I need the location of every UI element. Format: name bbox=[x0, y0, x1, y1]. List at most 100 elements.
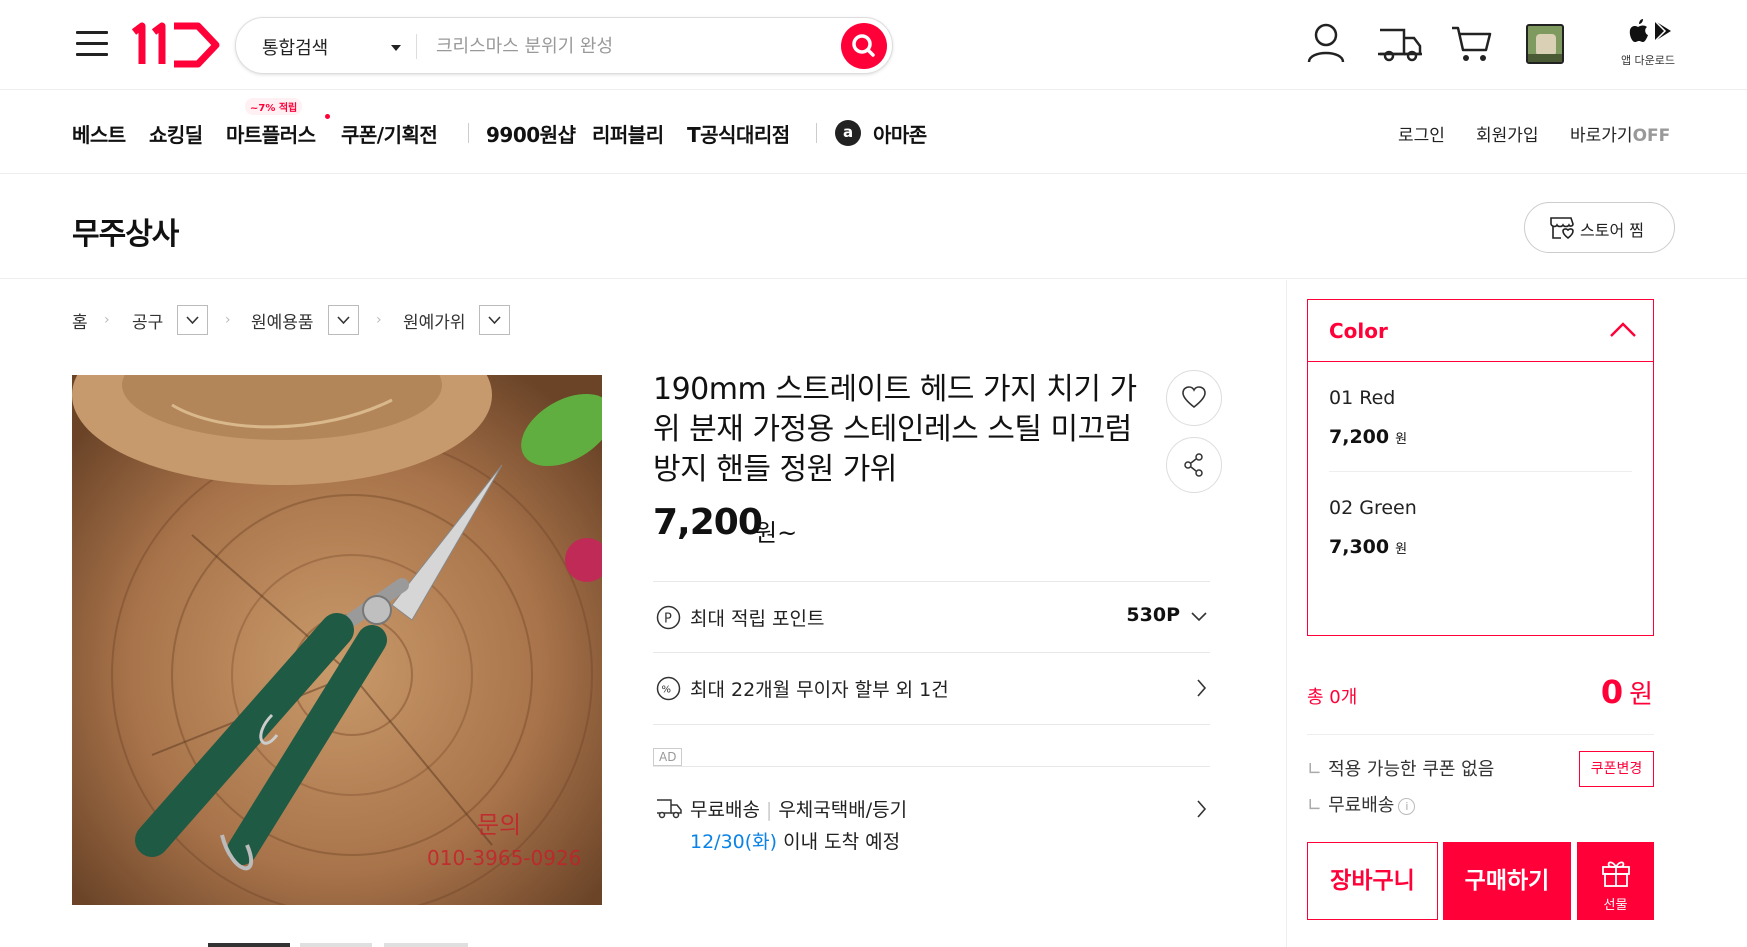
gift-label: 선물 bbox=[1603, 898, 1628, 913]
chevron-down-icon bbox=[186, 316, 199, 325]
total-price-value: 0 bbox=[1600, 673, 1624, 711]
search-input[interactable] bbox=[436, 30, 866, 62]
product-main-image[interactable]: 문의 010-3965-0926 bbox=[72, 375, 602, 905]
option-price: 7,300 원 bbox=[1329, 536, 1407, 558]
ad-tag: AD bbox=[653, 748, 683, 766]
login-link[interactable]: 로그인 bbox=[1398, 121, 1445, 146]
total-count: 총 0개 bbox=[1307, 687, 1358, 708]
info-icon[interactable]: i bbox=[1398, 798, 1416, 815]
caret-down-icon[interactable] bbox=[391, 45, 401, 51]
store-name[interactable]: 무주상사 bbox=[72, 209, 179, 253]
buy-now-button[interactable]: 구매하기 bbox=[1443, 842, 1571, 920]
watermark-phone: 010-3965-0926 bbox=[427, 846, 581, 870]
thumbnail[interactable] bbox=[300, 943, 372, 947]
store-favorite-button[interactable]: 스토어 찜 bbox=[1524, 202, 1675, 253]
nav-mart-plus[interactable]: 마트플러스 bbox=[226, 119, 316, 148]
breadcrumb-home[interactable]: 홈 bbox=[72, 308, 88, 333]
shortcut-label: 바로가기 bbox=[1570, 126, 1633, 146]
installment-row[interactable]: % 최대 22개월 무이자 할부 외 1건 bbox=[653, 653, 1210, 723]
points-value: 530P bbox=[1126, 604, 1180, 626]
amazon-icon[interactable]: a bbox=[835, 120, 861, 146]
delivery-truck-icon[interactable] bbox=[1378, 24, 1422, 62]
option-price-value: 7,200 bbox=[1329, 426, 1390, 448]
signup-link[interactable]: 회원가입 bbox=[1476, 121, 1539, 146]
new-dot bbox=[325, 114, 330, 119]
coupon-change-button[interactable]: 쿠폰변경 bbox=[1579, 751, 1654, 787]
option-item-green[interactable]: 02 Green 7,300 원 bbox=[1308, 472, 1653, 582]
nav-coupon-event[interactable]: 쿠폰/기획전 bbox=[341, 119, 438, 148]
gift-icon bbox=[1602, 861, 1630, 887]
thumbnail[interactable] bbox=[384, 943, 468, 947]
search-button[interactable] bbox=[841, 23, 887, 69]
shipping-free: 무료배송 bbox=[690, 799, 760, 821]
nav-refurbly[interactable]: 리퍼블리 bbox=[592, 119, 664, 148]
breadcrumb-garden-scissors[interactable]: 원예가위 bbox=[403, 308, 466, 333]
total-price: 0원 bbox=[1601, 673, 1653, 711]
user-icon[interactable] bbox=[1306, 22, 1346, 64]
store-heart-icon bbox=[1550, 217, 1574, 240]
search-icon bbox=[852, 34, 875, 57]
shipping-fee-row: ∟ 무료배송 i bbox=[1307, 791, 1416, 817]
chevron-down-icon bbox=[337, 316, 350, 325]
chevron-up-icon bbox=[1610, 322, 1636, 337]
11st-logo[interactable] bbox=[128, 22, 220, 68]
chevron-right-icon bbox=[1197, 800, 1207, 818]
nav-shocking-deal[interactable]: 쇼킹딜 bbox=[149, 119, 203, 148]
nav-divider bbox=[468, 123, 469, 143]
option-price-unit: 원 bbox=[1395, 542, 1408, 557]
breadcrumb-gardening[interactable]: 원예용품 bbox=[251, 308, 314, 333]
option-header-label: Color bbox=[1329, 319, 1388, 343]
chevron-right-icon: › bbox=[376, 312, 382, 328]
option-select: Color 01 Red 7,200 원 02 Green 7,300 원 bbox=[1307, 299, 1654, 636]
nav-best[interactable]: 베스트 bbox=[72, 119, 126, 148]
total-price-unit: 원 bbox=[1629, 680, 1653, 710]
points-label: 최대 적립 포인트 bbox=[690, 608, 825, 630]
option-name: 02 Green bbox=[1329, 497, 1417, 519]
nav-9900-shop[interactable]: 9900원샵 bbox=[486, 119, 576, 148]
shortcut-state: OFF bbox=[1632, 126, 1671, 146]
chevron-right-icon: › bbox=[225, 312, 231, 328]
price-unit: 원~ bbox=[755, 519, 798, 547]
shipping-info: 무료배송 | 우체국택배/등기 bbox=[690, 799, 908, 821]
option-header[interactable]: Color bbox=[1308, 300, 1653, 362]
breadcrumb-dropdown[interactable] bbox=[479, 305, 510, 335]
breadcrumb-tools[interactable]: 공구 bbox=[132, 308, 163, 333]
option-name: 01 Red bbox=[1329, 387, 1396, 409]
menu-icon[interactable] bbox=[76, 31, 108, 57]
nav-divider bbox=[816, 123, 817, 143]
installment-label: 최대 22개월 무이자 할부 외 1건 bbox=[690, 679, 949, 701]
app-download-link[interactable]: 앱 다운로드 bbox=[1620, 18, 1676, 68]
search-scope-select[interactable]: 통합검색 bbox=[262, 34, 328, 60]
thumbnail-active[interactable] bbox=[208, 943, 290, 947]
shortcut-toggle[interactable]: 바로가기OFF bbox=[1570, 121, 1670, 146]
add-to-cart-button[interactable]: 장바구니 bbox=[1307, 842, 1438, 920]
arrival-date: 12/30(화) bbox=[690, 831, 778, 853]
arrival-suffix: 이내 도착 예정 bbox=[777, 831, 901, 853]
delivery-truck-icon bbox=[657, 799, 682, 819]
arrival-estimate: 12/30(화) 이내 도착 예정 bbox=[690, 827, 900, 854]
option-price-unit: 원 bbox=[1395, 432, 1408, 447]
recent-viewed-thumbnail[interactable] bbox=[1526, 24, 1564, 64]
gift-button[interactable]: 선물 bbox=[1577, 842, 1654, 920]
option-price: 7,200 원 bbox=[1329, 426, 1407, 448]
share-icon bbox=[1184, 453, 1203, 477]
breadcrumb-dropdown[interactable] bbox=[177, 305, 208, 335]
panel-divider bbox=[1286, 280, 1287, 947]
point-icon: P bbox=[656, 605, 681, 630]
breadcrumb-dropdown[interactable] bbox=[328, 305, 359, 335]
nav-t-official[interactable]: T공식대리점 bbox=[687, 119, 790, 148]
cart-icon[interactable] bbox=[1450, 24, 1492, 64]
wishlist-button[interactable] bbox=[1166, 370, 1222, 426]
divider bbox=[653, 766, 1210, 767]
nav-amazon[interactable]: 아마존 bbox=[873, 119, 927, 148]
store-bar: 무주상사 스토어 찜 bbox=[0, 175, 1747, 279]
reward-badge: ~7% 적립 bbox=[245, 98, 303, 115]
points-row[interactable]: P 최대 적립 포인트 530P bbox=[653, 582, 1210, 652]
share-button[interactable] bbox=[1166, 437, 1222, 493]
chevron-down-icon bbox=[488, 316, 501, 325]
chevron-right-icon: › bbox=[104, 312, 110, 328]
svg-text:%: % bbox=[662, 685, 672, 696]
watermark-inquiry: 문의 bbox=[477, 811, 521, 839]
installment-percent-icon: % bbox=[656, 676, 681, 701]
option-item-red[interactable]: 01 Red 7,200 원 bbox=[1308, 362, 1653, 472]
